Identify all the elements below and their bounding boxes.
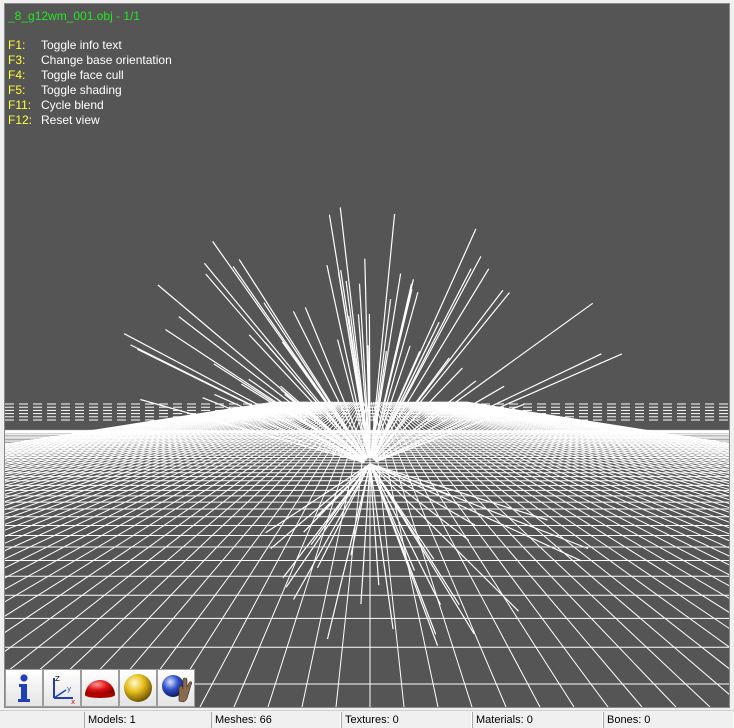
status-materials: Materials: 0 <box>472 712 603 728</box>
help-text: Change base orientation <box>41 53 172 67</box>
axes-icon: Z y x <box>53 675 75 704</box>
help-row-f4: F4: Toggle face cull <box>8 68 172 83</box>
help-text: Reset view <box>41 113 100 127</box>
model-wire <box>369 463 475 635</box>
model-wire <box>292 463 371 600</box>
rotate-view-button[interactable] <box>157 669 195 707</box>
sphere-hand-icon <box>162 675 192 703</box>
info-button[interactable] <box>5 669 43 707</box>
3d-viewport[interactable]: _8_g12wm_001.obj - 1/1 F1: Toggle info te… <box>4 3 730 708</box>
red-hemisphere-icon <box>85 680 115 698</box>
help-key: F1: <box>8 38 26 52</box>
status-bones: Bones: 0 <box>603 712 734 728</box>
model-wire <box>316 463 371 569</box>
help-key: F3: <box>8 53 26 67</box>
axes-button[interactable]: Z y x <box>43 669 81 707</box>
status-bar: Models: 1 Meshes: 66 Textures: 0 Materia… <box>0 710 734 728</box>
help-row-f1: F1: Toggle info text <box>8 38 172 53</box>
help-row-f12: F12: Reset view <box>8 113 172 128</box>
svg-text:Z: Z <box>55 675 60 683</box>
help-key: F4: <box>8 68 26 82</box>
help-text: Toggle info text <box>41 38 122 52</box>
help-key: F11: <box>8 98 32 112</box>
grid-line-receding <box>377 401 541 707</box>
help-overlay: F1: Toggle info text F3: Change base orien… <box>8 38 172 128</box>
help-text: Toggle shading <box>41 83 122 97</box>
help-text: Toggle face cull <box>41 68 124 82</box>
toolbar: Z y x <box>5 669 195 707</box>
yellow-sphere-icon <box>124 674 152 702</box>
hemisphere-button[interactable] <box>81 669 119 707</box>
help-text: Cycle blend <box>41 98 104 112</box>
model-title: _8_g12wm_001.obj - 1/1 <box>8 9 141 23</box>
svg-text:x: x <box>71 698 75 704</box>
status-textures: Textures: 0 <box>341 712 472 728</box>
model-wire <box>265 463 371 534</box>
grid-line-receding <box>374 401 473 707</box>
status-meshes: Meshes: 66 <box>211 712 341 728</box>
help-row-f5: F5: Toggle shading <box>8 83 172 98</box>
help-key: F5: <box>8 83 26 97</box>
help-row-f11: F11: Cycle blend <box>8 98 172 113</box>
help-key: F12: <box>8 113 33 127</box>
status-models: Models: 1 <box>84 712 212 728</box>
help-row-f3: F3: Change base orientation <box>8 53 172 68</box>
shading-sphere-button[interactable] <box>119 669 157 707</box>
svg-text:y: y <box>67 685 71 693</box>
info-icon <box>18 674 30 702</box>
